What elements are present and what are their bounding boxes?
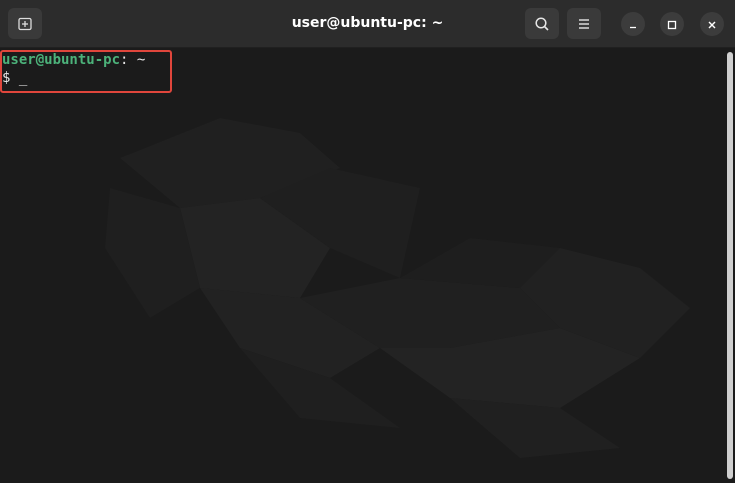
search-button[interactable] <box>525 8 559 39</box>
scrollbar[interactable] <box>727 52 733 479</box>
terminal-window: user@ubuntu-pc: ~ user@ubuntu-pc: ~ $ _ <box>0 0 735 483</box>
new-tab-button[interactable] <box>8 8 42 39</box>
prompt-highlight-box <box>0 50 172 93</box>
background-jellyfish-art <box>105 118 690 458</box>
new-tab-icon <box>17 16 33 32</box>
maximize-button[interactable] <box>660 12 684 36</box>
title-bar: user@ubuntu-pc: ~ <box>0 0 735 48</box>
hamburger-menu-icon <box>577 18 591 30</box>
close-icon <box>707 15 717 34</box>
minimize-button[interactable] <box>621 12 645 36</box>
search-icon <box>534 16 550 32</box>
terminal-area[interactable]: user@ubuntu-pc: ~ $ _ <box>0 48 735 483</box>
main-menu-button[interactable] <box>567 8 601 39</box>
close-button[interactable] <box>700 12 724 36</box>
maximize-icon <box>667 15 677 34</box>
minimize-icon <box>628 15 638 34</box>
